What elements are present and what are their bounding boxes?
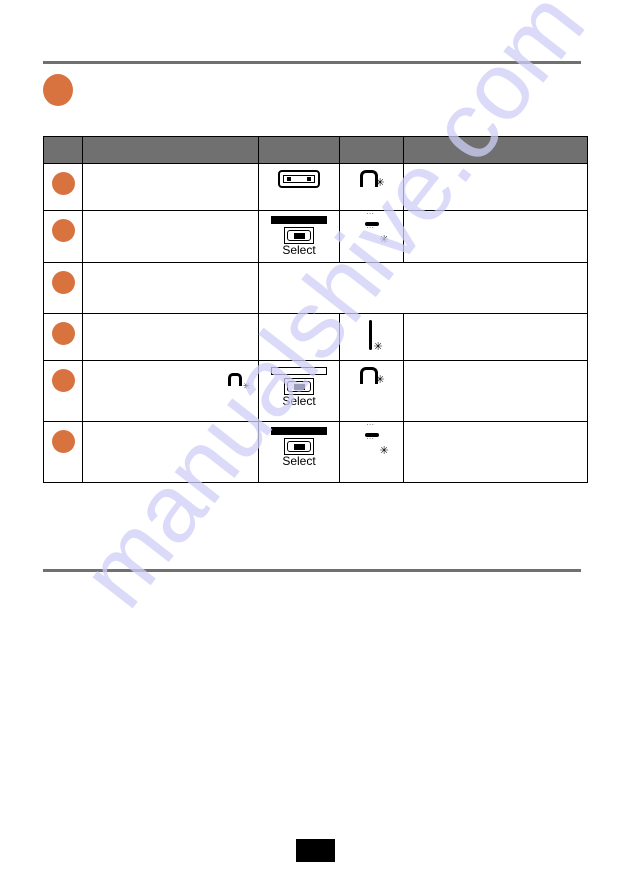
table-row: Select ˙˙˙ ˙˙˙ ✳	[43, 210, 588, 263]
row-notes	[403, 360, 588, 422]
row-description	[82, 163, 259, 211]
step-1-icon	[52, 172, 75, 195]
select-switch-empty-icon: Select	[259, 367, 339, 408]
header-notes	[403, 136, 588, 164]
row-description	[82, 210, 259, 263]
table-header-row	[43, 136, 588, 164]
page-number-box	[296, 839, 335, 862]
header-display	[339, 136, 404, 164]
header-step	[43, 136, 83, 164]
procedure-table: ✳ Select ˙˙˙ ˙˙˙ ✳ ✳ ✳ Select ✳ Select ˙…	[43, 136, 588, 483]
blinking-dash-with-light-icon: ˙˙˙ ˙˙˙ ✳	[364, 212, 389, 246]
step-5-icon	[52, 369, 75, 392]
select-switch-filled-icon: Select	[259, 216, 339, 257]
row-description: ✳	[82, 360, 259, 422]
section-top-rule	[43, 61, 581, 64]
row-notes	[403, 313, 588, 361]
step-2-icon	[52, 219, 75, 242]
section-bullet-icon	[43, 74, 73, 106]
row-notes	[403, 421, 588, 483]
table-row: ✳ Select ✳	[43, 360, 588, 422]
row-description	[82, 262, 259, 314]
row-switch	[258, 313, 340, 361]
n-segment-with-light-icon: ✳	[352, 164, 392, 204]
row-notes	[403, 163, 588, 211]
n-segment-with-light-icon: ✳	[228, 371, 254, 395]
select-switch-filled-icon: Select	[259, 427, 339, 468]
blinking-dash-with-light-icon: ˙˙˙ ˙˙˙ ✳	[364, 423, 389, 457]
step-6-icon	[52, 430, 75, 453]
row-description	[82, 421, 259, 483]
row-notes	[403, 210, 588, 263]
row-merged-text	[258, 262, 588, 314]
n-segment-with-light-icon: ✳	[352, 361, 392, 401]
digit-one-with-light-icon: ✳	[352, 314, 392, 358]
step-4-icon	[52, 322, 75, 345]
section-bottom-rule	[43, 569, 581, 572]
table-row: Select ˙˙˙ ˙˙˙ ✳	[43, 421, 588, 483]
table-row: ✳	[43, 313, 588, 361]
step-3-icon	[52, 271, 75, 294]
table-row	[43, 262, 588, 314]
header-switch	[258, 136, 340, 164]
row-description	[82, 313, 259, 361]
header-operation	[82, 136, 259, 164]
table-row: ✳	[43, 163, 588, 211]
jumper-icon	[278, 170, 320, 188]
